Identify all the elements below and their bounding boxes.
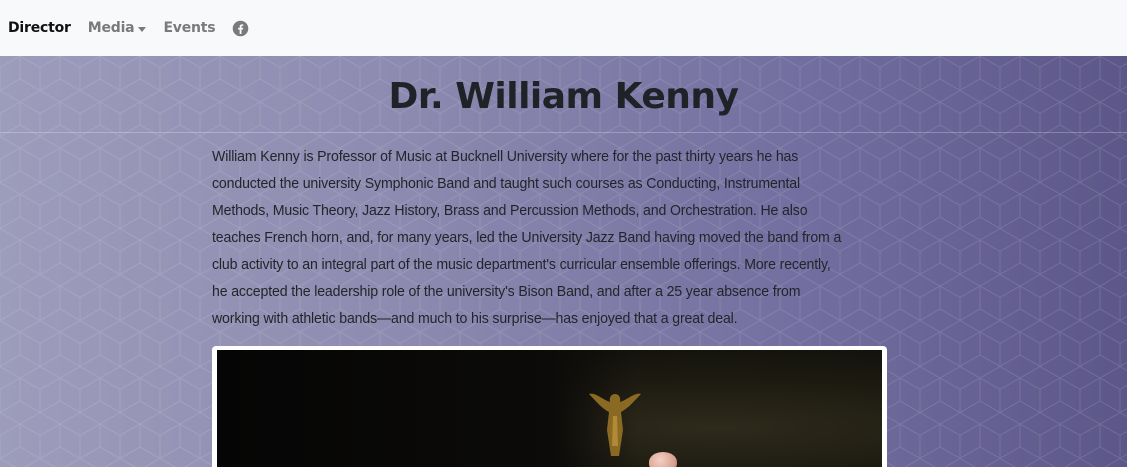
nav-item-media-label: Media <box>87 20 135 36</box>
top-navbar: Director Media Events <box>0 0 1127 56</box>
nav-item-events[interactable]: Events <box>163 20 215 36</box>
facebook-icon[interactable] <box>232 20 249 37</box>
hand-image <box>649 452 677 467</box>
eagle-statue-image <box>589 393 641 456</box>
header-divider <box>0 132 1127 133</box>
main-content: Dr. William Kenny William Kenny is Profe… <box>0 56 1127 467</box>
caret-down-icon <box>138 26 147 32</box>
page-title: Dr. William Kenny <box>388 76 739 117</box>
nav-item-director[interactable]: Director <box>8 20 71 36</box>
bio-paragraph: William Kenny is Professor of Music at B… <box>212 148 842 327</box>
director-photo-frame <box>212 346 887 467</box>
nav-item-media[interactable]: Media <box>88 20 147 36</box>
director-photo <box>217 350 882 467</box>
